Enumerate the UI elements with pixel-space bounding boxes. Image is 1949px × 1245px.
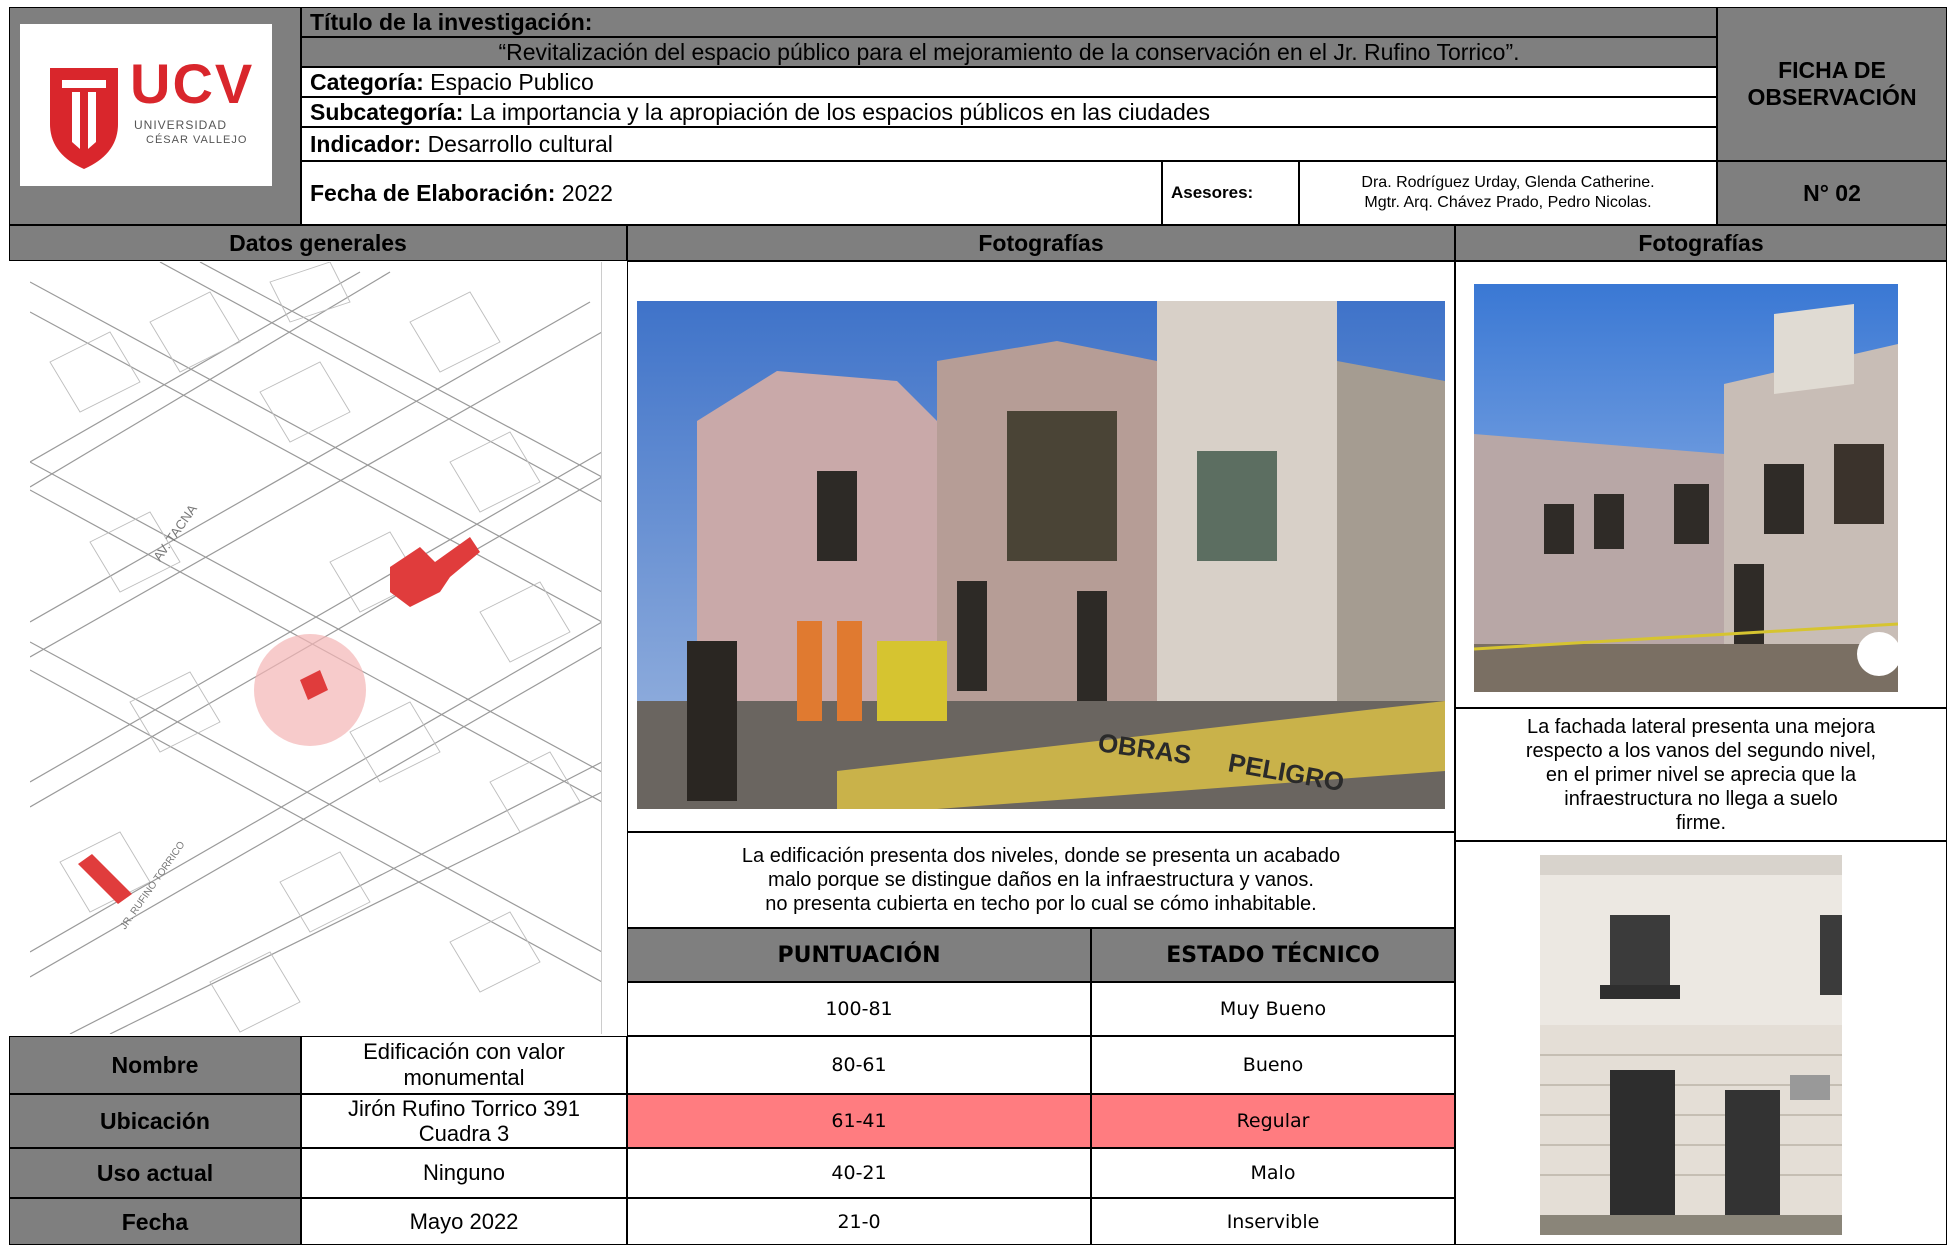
fecha-elaboracion-label: Fecha de Elaboración: <box>310 180 556 206</box>
ubicacion-line2: Cuadra 3 <box>418 1121 510 1146</box>
subcategoria-label: Subcategoría: <box>310 99 464 125</box>
fecha-elaboracion-value: 2022 <box>561 180 613 206</box>
rating-state-5: Inservible <box>1091 1198 1455 1245</box>
nombre-value: Edificación con valor monumental <box>301 1036 627 1094</box>
ficha-line1: FICHA DE <box>1778 57 1886 83</box>
rating-score-3-highlighted: 61-41 <box>627 1094 1091 1148</box>
ucv-brand: UCV <box>130 52 255 115</box>
nombre-label: Nombre <box>9 1036 301 1094</box>
fecha-label: Fecha <box>9 1198 301 1245</box>
rating-state-2: Bueno <box>1091 1036 1455 1094</box>
photo-main-image: OBRAS PELIGRO <box>637 301 1445 809</box>
asesor-1: Dra. Rodríguez Urday, Glenda Catherine. <box>1361 174 1655 191</box>
nombre-line1: Edificación con valor <box>363 1039 565 1064</box>
uso-actual-label: Uso actual <box>9 1148 301 1198</box>
ficha-line2: OBSERVACIÓN <box>1747 84 1917 110</box>
indicador-value: Desarrollo cultural <box>427 131 613 157</box>
ubicacion-value: Jirón Rufino Torrico 391 Cuadra 3 <box>301 1094 627 1148</box>
fotografias-header-2: Fotografías <box>1455 225 1947 261</box>
categoria-label: Categoría: <box>310 69 424 95</box>
ucv-sub1: UNIVERSIDAD <box>134 118 228 132</box>
indicador-row: Indicador: Desarrollo cultural <box>301 127 1717 161</box>
map-drawing: AV. TACNA JR. RUFINO TORRICO <box>30 262 601 1034</box>
building-photo-facade <box>1540 855 1842 1235</box>
caption-side-line4: infraestructura no llega a suelo <box>1564 787 1838 810</box>
asesores-label: Asesores: <box>1162 161 1299 225</box>
fecha-value: Mayo 2022 <box>301 1198 627 1245</box>
ficha-number: N° 02 <box>1717 161 1947 225</box>
titulo-label: Título de la investigación: <box>301 7 1717 37</box>
rating-state-3-highlighted: Regular <box>1091 1094 1455 1148</box>
ucv-sub2: CÉSAR VALLEJO <box>146 134 248 146</box>
asesor-2: Mgtr. Arq. Chávez Prado, Pedro Nicolas. <box>1364 194 1652 211</box>
photo-facade-image <box>1540 855 1842 1235</box>
rating-header-score: PUNTUACIÓN <box>627 928 1091 982</box>
building-photo-side <box>1474 284 1898 692</box>
ficha-title: FICHA DE OBSERVACIÓN <box>1717 7 1947 161</box>
rating-state-4: Malo <box>1091 1148 1455 1198</box>
photo-side-image <box>1474 284 1898 692</box>
categoria-row: Categoría: Espacio Publico <box>301 67 1717 97</box>
rating-state-1: Muy Bueno <box>1091 982 1455 1036</box>
titulo-value: “Revitalización del espacio público para… <box>301 37 1717 67</box>
rating-score-2: 80-61 <box>627 1036 1091 1094</box>
ubicacion-label: Ubicación <box>9 1094 301 1148</box>
caption-side-line2: respecto a los vanos del segundo nivel, <box>1525 739 1877 762</box>
rating-score-4: 40-21 <box>627 1148 1091 1198</box>
indicador-label: Indicador: <box>310 131 422 157</box>
categoria-value: Espacio Publico <box>430 69 594 95</box>
caption-main-line3: no presenta cubierta en techo por lo cua… <box>765 893 1317 915</box>
ubicacion-line1: Jirón Rufino Torrico 391 <box>348 1096 580 1121</box>
subcategoria-value: La importancia y la apropiación de los e… <box>469 99 1211 125</box>
caption-side-line1: La fachada lateral presenta una mejora <box>1526 715 1875 738</box>
caption-main: La edificación presenta dos niveles, don… <box>627 832 1455 928</box>
caption-side: La fachada lateral presenta una mejora r… <box>1455 708 1947 841</box>
datos-generales-header: Datos generales <box>9 225 627 261</box>
asesores-value: Dra. Rodríguez Urday, Glenda Catherine. … <box>1299 161 1717 225</box>
fecha-elaboracion-row: Fecha de Elaboración: 2022 <box>301 161 1162 225</box>
caption-main-line2: malo porque se distingue daños en la inf… <box>768 869 1314 891</box>
rating-score-5: 21-0 <box>627 1198 1091 1245</box>
rating-header-state: ESTADO TÉCNICO <box>1091 928 1455 982</box>
map-street-label-2: JR. RUFINO TORRICO <box>118 840 187 932</box>
caption-main-line1: La edificación presenta dos niveles, don… <box>741 845 1341 867</box>
subcategoria-row: Subcategoría: La importancia y la apropi… <box>301 97 1717 127</box>
building-photo-main: OBRAS PELIGRO <box>637 301 1445 809</box>
ucv-logo: UCV UNIVERSIDAD CÉSAR VALLEJO <box>20 24 272 186</box>
location-map: AV. TACNA JR. RUFINO TORRICO <box>30 262 602 1034</box>
rating-score-1: 100-81 <box>627 982 1091 1036</box>
fotografias-header-1: Fotografías <box>627 225 1455 261</box>
caption-side-line3: en el primer nivel se aprecia que la <box>1545 763 1857 786</box>
caption-side-line5: firme. <box>1676 811 1726 834</box>
nombre-line2: monumental <box>403 1065 525 1090</box>
uso-actual-value: Ninguno <box>301 1148 627 1198</box>
